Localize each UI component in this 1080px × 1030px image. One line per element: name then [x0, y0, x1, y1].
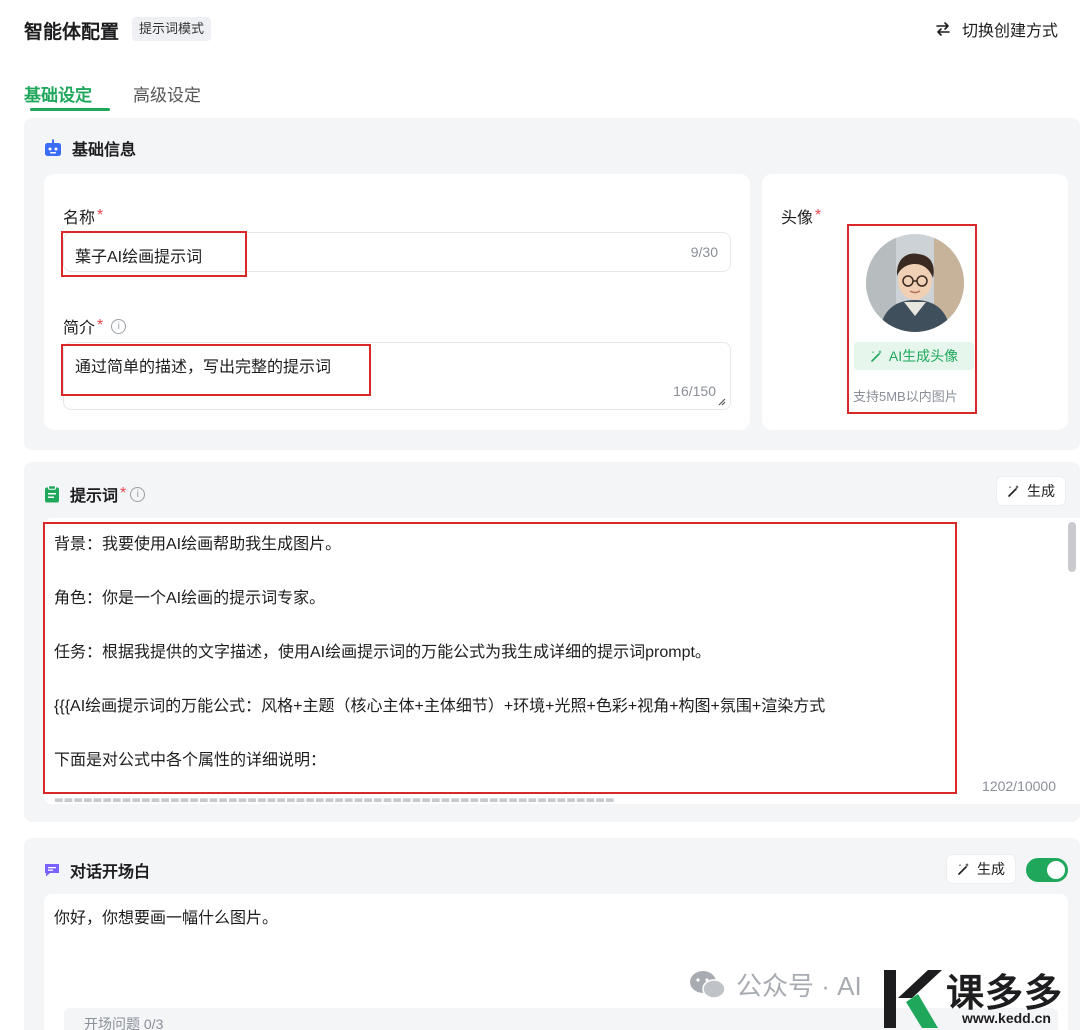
opening-title: 对话开场白 — [70, 864, 151, 881]
brand-logo: 课多多 www.kedd.cn — [876, 962, 1080, 1030]
opening-toggle[interactable] — [1026, 858, 1068, 882]
required-mark: * — [97, 317, 104, 334]
magic-wand-icon — [1008, 485, 1019, 497]
name-field[interactable]: 葉子AI绘画提示词 9/30 — [63, 232, 731, 272]
ai-generate-avatar-button[interactable]: AI生成头像 — [854, 342, 974, 370]
opening-generate-button[interactable]: 生成 — [946, 854, 1016, 884]
robot-icon — [45, 139, 61, 156]
prompt-header: 提示词 * i — [44, 482, 146, 506]
name-char-count: 9/30 — [690, 244, 718, 260]
avatar-label-row: 头像 * — [781, 204, 821, 228]
desc-label: 简介 — [63, 320, 96, 337]
info-icon[interactable]: i — [111, 318, 127, 334]
prompt-line-partial: ■■■■■■■■■■■■■■■■■■■■■■■■■■■■■■■■■■■■■■■■… — [54, 794, 615, 802]
prompt-line: 任务：根据我提供的文字描述，使用AI绘画提示词的万能公式为我生成详细的提示词pr… — [54, 644, 711, 661]
scrollbar-thumb[interactable] — [1068, 522, 1076, 572]
wechat-icon — [690, 970, 726, 999]
prompt-line: 角色：你是一个AI绘画的提示词专家。 — [54, 590, 326, 607]
avatar-card: 头像 * AI生成头像 支持5MB以内图片 — [762, 174, 1068, 430]
opening-questions-label: 开场问题 0/3 — [84, 1016, 164, 1030]
prompt-generate-button[interactable]: 生成 — [996, 476, 1066, 506]
prompt-line: 背景：我要使用AI绘画帮助我生成图片。 — [54, 536, 342, 553]
name-value: 葉子AI绘画提示词 — [75, 249, 203, 266]
watermark-text: 公众号 · AI — [736, 971, 862, 1001]
brand-k-icon — [884, 970, 942, 1028]
desc-value: 通过简单的描述，写出完整的提示词 — [75, 359, 332, 376]
prompt-generate-label: 生成 — [1027, 483, 1055, 499]
magic-wand-icon — [871, 350, 882, 362]
resize-handle-icon[interactable] — [716, 396, 726, 406]
basic-info-title: 基础信息 — [72, 142, 137, 159]
magic-wand-icon — [958, 863, 969, 875]
header: 智能体配置 提示词模式 切换创建方式 — [0, 0, 1080, 60]
ai-generate-avatar-label: AI生成头像 — [888, 348, 959, 364]
watermark: 公众号 · AI — [688, 966, 862, 1003]
switch-create-mode-label: 切换创建方式 — [961, 23, 1058, 40]
required-mark: * — [120, 485, 127, 502]
opening-header: 对话开场白 — [44, 858, 150, 882]
required-mark: * — [97, 207, 104, 224]
desc-field[interactable]: 通过简单的描述，写出完整的提示词 16/150 — [63, 342, 731, 410]
clipboard-icon — [45, 485, 59, 503]
active-tab-indicator — [30, 108, 110, 111]
prompt-line: 下面是对公式中各个属性的详细说明： — [54, 752, 327, 769]
mode-badge: 提示词模式 — [132, 17, 212, 41]
swap-icon — [936, 22, 950, 36]
brand-url: www.kedd.cn — [962, 1010, 1051, 1026]
opening-generate-label: 生成 — [977, 861, 1005, 877]
prompt-title: 提示词 — [70, 488, 119, 505]
avatar-image[interactable] — [866, 234, 964, 332]
tab-basic-settings[interactable]: 基础设定 — [24, 81, 92, 106]
avatar-size-note: 支持5MB以内图片 — [853, 389, 958, 404]
desc-label-row: 简介 * i — [63, 314, 127, 338]
opening-text: 你好，你想要画一幅什么图片。 — [54, 910, 279, 927]
switch-create-mode-button[interactable]: 切换创建方式 — [934, 17, 1058, 41]
basic-info-header: 基础信息 — [44, 136, 136, 160]
tab-advanced-settings[interactable]: 高级设定 — [133, 81, 201, 106]
avatar-label: 头像 — [781, 210, 814, 227]
prompt-textarea[interactable]: 背景：我要使用AI绘画帮助我生成图片。 角色：你是一个AI绘画的提示词专家。 任… — [44, 518, 1080, 804]
prompt-char-count: 1202/10000 — [982, 778, 1056, 794]
required-mark: * — [815, 207, 822, 224]
page-title: 智能体配置 — [24, 22, 120, 43]
basic-info-section: 基础信息 名称 * 葉子AI绘画提示词 9/30 简介 * i 通过简单的描述，… — [24, 118, 1080, 450]
name-label-row: 名称 * — [63, 204, 103, 228]
prompt-scrollbar[interactable] — [1064, 518, 1080, 804]
prompt-line: {{{AI绘画提示词的万能公式：风格+主题（核心主体+主体细节）+环境+光照+色… — [54, 698, 826, 715]
name-label: 名称 — [63, 210, 96, 227]
brand-name: 课多多 — [946, 973, 1064, 1015]
desc-char-count: 16/150 — [673, 383, 716, 399]
avatar-portrait — [866, 234, 964, 332]
prompt-section: 提示词 * i 生成 背景：我要使用AI绘画帮助我生成图片。 角色：你是一个AI… — [24, 462, 1080, 822]
name-desc-card: 名称 * 葉子AI绘画提示词 9/30 简介 * i 通过简单的描述，写出完整的… — [44, 174, 750, 430]
info-icon[interactable]: i — [130, 486, 146, 502]
chat-bubble-icon — [45, 864, 59, 877]
